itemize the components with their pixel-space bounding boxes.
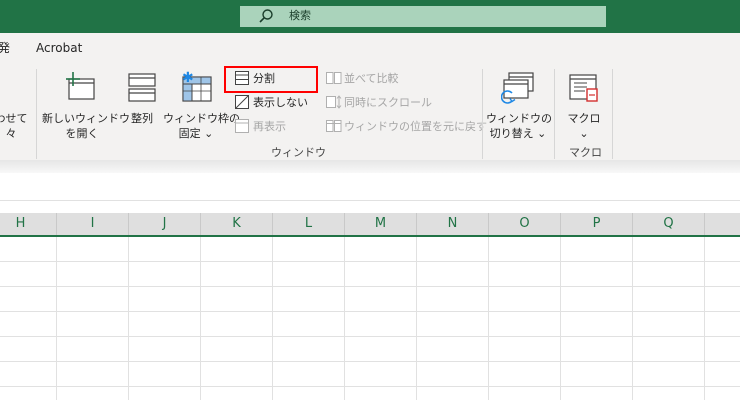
group-label-window: ウィンドウ (271, 146, 326, 159)
side-by-side-label: 並べて比較 (344, 72, 399, 85)
partial-left-line2: 々 (5, 127, 17, 140)
grid-row-line (0, 361, 740, 362)
search-placeholder: 検索 (289, 9, 311, 22)
arrange-icon (128, 73, 156, 102)
arrange-button[interactable]: 整列 (124, 69, 160, 149)
reset-position-icon (326, 120, 342, 132)
cell-grid[interactable] (0, 237, 740, 400)
new-window-button[interactable]: 新しいウィンドウ を開く (42, 69, 130, 149)
freeze-panes-icon: ✱ (182, 71, 212, 102)
column-header[interactable]: L (273, 213, 345, 235)
grid-row-line (0, 286, 740, 287)
search-icon (258, 8, 274, 24)
freeze-panes-line2: 固定 ⌄ (178, 127, 214, 140)
grid-row-line (0, 261, 740, 262)
macro-icon (569, 74, 598, 102)
new-window-line2: を開く (65, 127, 99, 140)
sync-scroll-icon (326, 95, 342, 109)
freeze-panes-line1: ウィンドウ枠の (163, 112, 240, 125)
ribbon-separator (482, 69, 483, 159)
svg-text:✱: ✱ (182, 71, 194, 86)
unhide-button[interactable]: 再表示 (235, 117, 315, 137)
freeze-panes-button[interactable]: ✱ ウィンドウ枠の 固定 ⌄ (163, 69, 240, 149)
hide-icon (235, 95, 249, 109)
hide-button[interactable]: 表示しない (235, 93, 315, 113)
ribbon-shadow (0, 160, 740, 173)
side-by-side-icon (326, 72, 342, 84)
column-header[interactable]: J (129, 213, 201, 235)
unhide-label: 再表示 (253, 120, 286, 133)
side-by-side-button[interactable]: 並べて比較 (326, 69, 476, 89)
grid-row-line (0, 336, 740, 337)
sync-scroll-button[interactable]: 同時にスクロール (326, 93, 476, 113)
search-box[interactable]: 検索 (240, 6, 606, 27)
new-window-icon (66, 72, 95, 100)
title-bar: 検索 (0, 0, 740, 33)
unhide-icon (235, 119, 249, 133)
reset-position-label: ウィンドウの位置を元に戻す (344, 120, 487, 133)
partial-left-button[interactable]: わせて 々 (0, 69, 28, 149)
new-window-line1: 新しいウィンドウ (42, 112, 130, 125)
ribbon-separator (554, 69, 555, 159)
split-highlight-box (224, 66, 318, 93)
menu-item-partial[interactable]: 発 (0, 41, 10, 55)
menu-bar: 発 Acrobat (0, 33, 740, 63)
column-header[interactable]: H (0, 213, 57, 235)
column-header[interactable]: Q (633, 213, 705, 235)
switch-window-line2: 切り替え ⌄ (489, 127, 547, 140)
hide-label: 表示しない (253, 96, 308, 109)
ribbon: わせて 々 新しいウィンドウ を開く 整列 (0, 63, 740, 161)
column-header[interactable]: K (201, 213, 273, 235)
switch-window-icon (501, 72, 534, 104)
ribbon-separator (36, 69, 37, 159)
column-header[interactable]: I (57, 213, 129, 235)
menu-item-acrobat[interactable]: Acrobat (36, 41, 82, 55)
switch-window-button[interactable]: ウィンドウの 切り替え ⌄ (486, 69, 552, 149)
group-label-macro: マクロ (569, 146, 602, 159)
reset-position-button[interactable]: ウィンドウの位置を元に戻す (326, 117, 487, 137)
sync-scroll-label: 同時にスクロール (344, 96, 432, 109)
macro-line1: マクロ (567, 112, 601, 125)
column-header[interactable]: P (561, 213, 633, 235)
column-header[interactable]: N (417, 213, 489, 235)
column-header-row: HIJKLMNOPQ (0, 213, 740, 237)
excel-window: 検索 発 Acrobat わせて 々 新しいウィンドウ を開く (0, 0, 740, 400)
column-header[interactable]: M (345, 213, 417, 235)
formula-bar[interactable] (0, 173, 740, 201)
column-header[interactable]: O (489, 213, 561, 235)
arrange-label: 整列 (131, 112, 153, 125)
macro-line2: ⌄ (579, 127, 589, 140)
partial-left-line1: わせて (0, 112, 28, 125)
ribbon-separator (612, 69, 613, 159)
macro-button[interactable]: マクロ ⌄ (560, 69, 608, 149)
grid-row-line (0, 386, 740, 387)
grid-row-line (0, 311, 740, 312)
switch-window-line1: ウィンドウの (486, 112, 552, 125)
